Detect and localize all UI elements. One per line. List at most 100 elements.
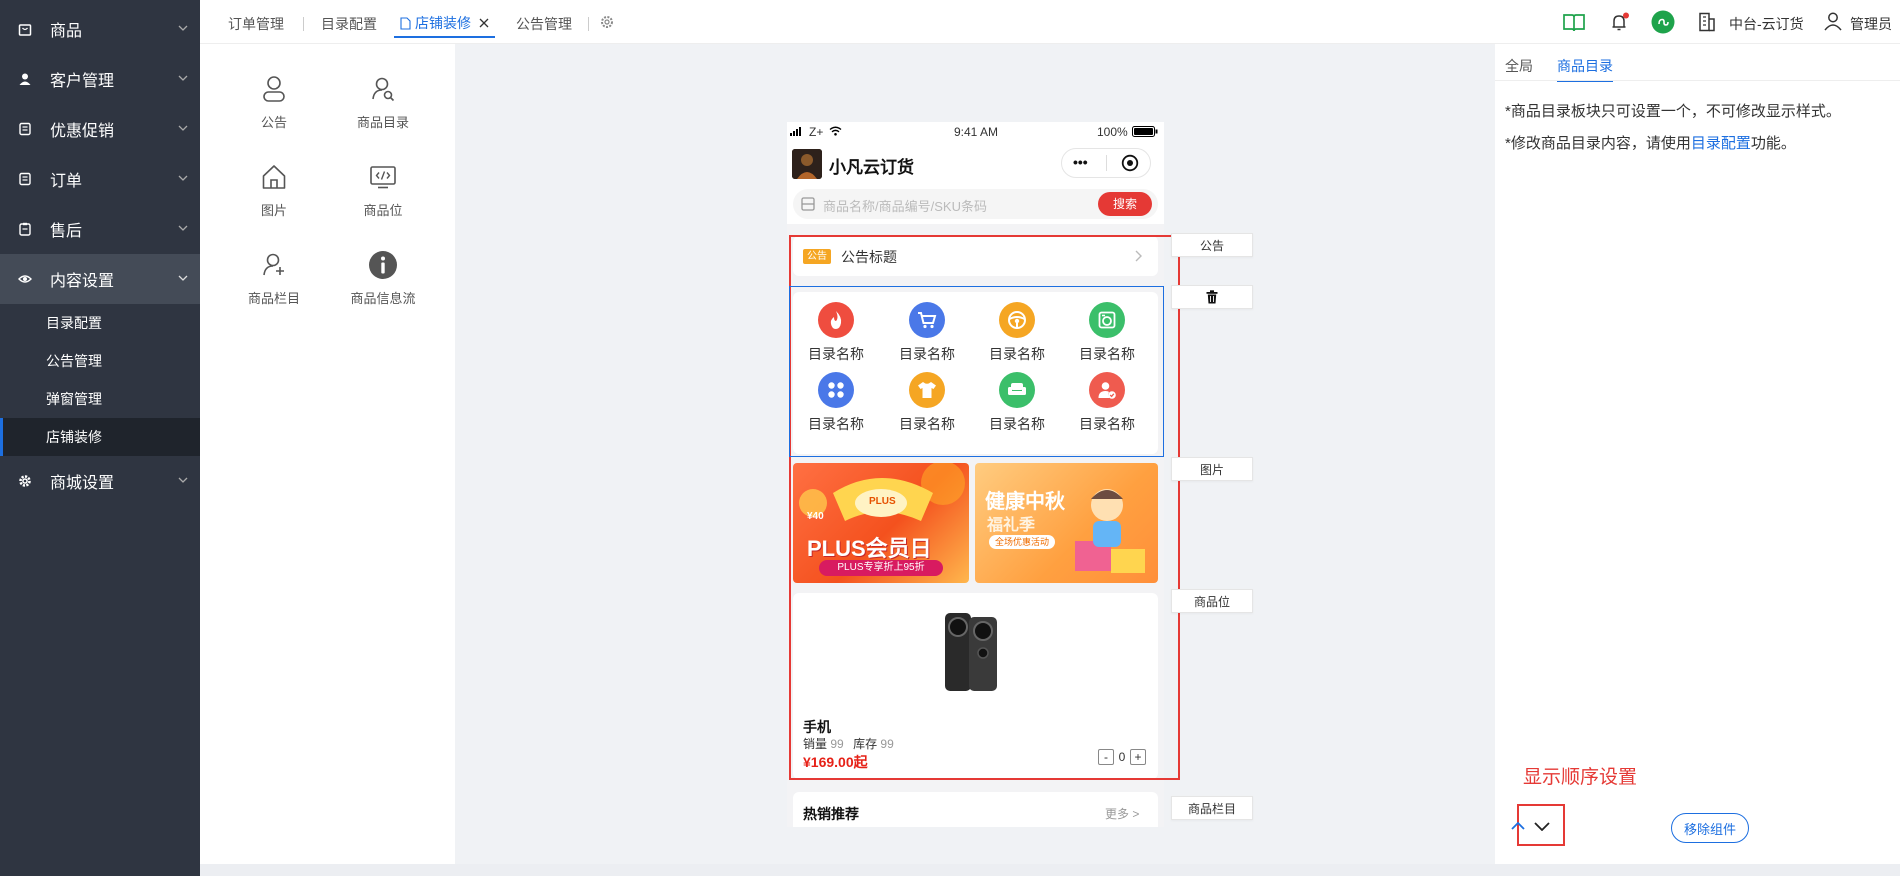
notice-bar[interactable]: 公告 公告标题 (793, 236, 1158, 276)
palette-item-product-feed[interactable]: 商品信息流 (333, 250, 433, 307)
catalog-item[interactable]: 目录名称 (887, 372, 967, 434)
stock-label: 库存 (853, 737, 878, 751)
search-user-icon (368, 74, 398, 104)
chevron-down-icon (178, 73, 188, 83)
tab-store-decoration[interactable]: 店铺装修 (394, 10, 495, 38)
palette-item-notice[interactable]: 公告 (224, 74, 324, 131)
catalog-item[interactable]: 目录名称 (796, 302, 876, 364)
remove-component-button[interactable]: 移除组件 (1671, 813, 1749, 843)
banner-title: PLUS会员日 (807, 536, 932, 561)
hot-title: 热销推荐 (803, 806, 859, 822)
sidebar-item-content-settings[interactable]: 内容设置 (0, 254, 200, 304)
bell-icon[interactable] (1610, 12, 1630, 32)
sidebar-subitem-catalog-config[interactable]: 目录配置 (0, 304, 200, 342)
catalog-item[interactable]: 目录名称 (1067, 302, 1147, 364)
org-name[interactable]: 中台-云订货 (1729, 14, 1804, 34)
steering-wheel-icon (999, 302, 1035, 338)
search-input[interactable]: 商品名称/商品编号/SKU条码 搜索 (793, 189, 1158, 219)
sidebar-item-promotions[interactable]: 优惠促销 (0, 104, 200, 154)
product-catalog-block[interactable]: 目录名称 目录名称 目录名称 目录名称 目录名称 目录名称 目录名称 目录名称 (793, 292, 1158, 454)
sidebar-item-label: 订单 (50, 173, 83, 190)
banner-mid-autumn[interactable]: 健康中秋 福礼季 全场优惠活动 (975, 463, 1158, 583)
component-label-notice[interactable]: 公告 (1171, 233, 1253, 257)
palette-item-label: 商品目录 (356, 115, 409, 130)
chevron-down-icon (178, 173, 188, 183)
palette-item-image[interactable]: 图片 (224, 162, 324, 219)
sidebar-subitem-store-decoration[interactable]: 店铺装修 (0, 418, 200, 456)
catalog-item[interactable]: 目录名称 (1067, 372, 1147, 434)
palette-item-label: 公告 (260, 115, 287, 130)
sidebar-subitem-label: 弹窗管理 (46, 391, 102, 407)
search-bar: 商品名称/商品编号/SKU条码 搜索 (787, 184, 1164, 224)
tab-notice-management[interactable]: 公告管理 (516, 10, 572, 38)
catalog-item-label: 目录名称 (1079, 416, 1135, 432)
hint-line-2-prefix: *修改商品目录内容，请使用 (1505, 135, 1691, 152)
product-card[interactable]: 手机 销量 99 库存 99 ¥169.00起 - 0 + (793, 593, 1158, 779)
sidebar-item-label: 客户管理 (50, 73, 115, 90)
sidebar-subitem-popup-management[interactable]: 弹窗管理 (0, 380, 200, 418)
user-add-icon (259, 250, 289, 280)
search-button[interactable]: 搜索 (1098, 192, 1152, 216)
catalog-item[interactable]: 目录名称 (796, 372, 876, 434)
document-icon (400, 16, 411, 30)
close-icon[interactable] (479, 18, 489, 28)
catalog-item[interactable]: 目录名称 (977, 372, 1057, 434)
catalog-item[interactable]: 目录名称 (887, 302, 967, 364)
mini-app-nav-bar: 小凡云订货 ••• (787, 142, 1164, 184)
sidebar-item-mall-settings[interactable]: 商城设置 (0, 456, 200, 506)
move-up-chevron-icon[interactable] (1511, 821, 1525, 831)
qty-minus-button[interactable]: - (1098, 749, 1114, 765)
component-label-image[interactable]: 图片 (1171, 457, 1253, 481)
sales-label: 销量 (803, 737, 828, 751)
tab-order-management[interactable]: 订单管理 (228, 10, 284, 38)
more-icon[interactable]: ••• (1073, 154, 1088, 170)
mini-program-icon[interactable] (1651, 10, 1675, 34)
info-icon (368, 250, 398, 280)
hot-more-link[interactable]: 更多 > (1105, 805, 1139, 822)
property-panel: 全局 商品目录 *商品目录板块只可设置一个，不可修改显示样式。 *修改商品目录内… (1495, 44, 1900, 864)
palette-item-product-slot[interactable]: 商品位 (333, 162, 433, 219)
bag-icon (18, 22, 32, 36)
hint-line-2: *修改商品目录内容，请使用目录配置功能。 (1505, 132, 1796, 153)
sidebar-subitem-notice-management[interactable]: 公告管理 (0, 342, 200, 380)
home-icon (259, 162, 289, 192)
status-time: 9:41 AM (954, 125, 999, 139)
tab-product-catalog[interactable]: 商品目录 (1557, 56, 1613, 82)
component-palette: 公告 商品目录 图片 商品位 商品栏目 商品信息流 (200, 44, 455, 864)
wifi-icon (829, 126, 842, 136)
sidebar-subitem-label: 店铺装修 (46, 429, 102, 445)
palette-item-product-column[interactable]: 商品栏目 (224, 250, 324, 307)
gear-icon (18, 474, 32, 488)
capsule-menu[interactable]: ••• (1061, 148, 1151, 178)
catalog-item-label: 目录名称 (989, 346, 1045, 362)
qty-plus-button[interactable]: + (1130, 749, 1146, 765)
qty-value[interactable]: 0 (1114, 750, 1130, 764)
tab-catalog-config[interactable]: 目录配置 (321, 10, 377, 38)
book-icon[interactable] (1563, 13, 1585, 33)
component-label-product-slot[interactable]: 商品位 (1171, 589, 1253, 613)
sidebar-item-goods[interactable]: 商品 (0, 4, 200, 54)
sidebar-item-orders[interactable]: 订单 (0, 154, 200, 204)
user-name[interactable]: 管理员 (1850, 14, 1892, 34)
tab-settings-gear-icon[interactable] (600, 15, 614, 29)
hot-recommend-header[interactable]: 热销推荐 更多 > (793, 792, 1158, 827)
stock-value: 99 (880, 737, 894, 751)
catalog-item[interactable]: 目录名称 (977, 302, 1057, 364)
sidebar-item-after-sales[interactable]: 售后 (0, 204, 200, 254)
move-down-chevron-icon[interactable] (1534, 821, 1550, 831)
catalog-config-link[interactable]: 目录配置 (1691, 135, 1751, 152)
person-icon (259, 74, 289, 104)
battery-label: 100% (1097, 125, 1128, 139)
banner-small-text: 全场优惠活动 (989, 535, 1056, 549)
tab-separator (588, 17, 589, 31)
palette-item-product-catalog[interactable]: 商品目录 (333, 74, 433, 131)
user-check-icon (1089, 372, 1125, 408)
list-icon (18, 122, 32, 136)
sidebar-item-customers[interactable]: 客户管理 (0, 54, 200, 104)
close-target-icon[interactable] (1121, 154, 1139, 172)
capsule-divider (1106, 155, 1107, 171)
tab-global[interactable]: 全局 (1505, 56, 1533, 76)
component-delete-button[interactable] (1171, 285, 1253, 309)
component-label-product-column[interactable]: 商品栏目 (1171, 796, 1253, 820)
banner-plus-member-day[interactable]: PLUS ¥40 PLUS会员日 PLUS专享折上95折 (793, 463, 969, 583)
